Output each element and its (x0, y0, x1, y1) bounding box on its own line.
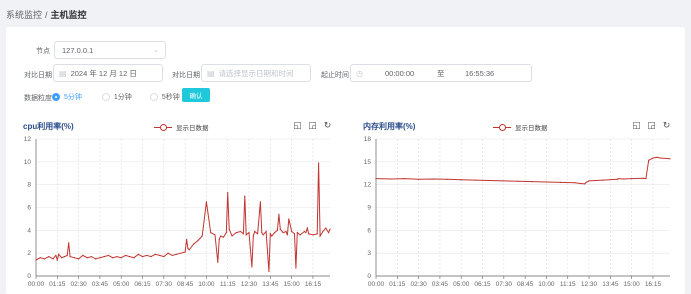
node-select[interactable]: 127.0.0.1 ⌄ (54, 41, 166, 59)
granularity-radio-group: 5分钟 1分钟 5秒钟 (52, 92, 192, 102)
confirm-button[interactable]: 确认 (182, 88, 210, 102)
compare-date2-placeholder: 请选择显示日期和时间 (218, 68, 294, 78)
compare-date-value: 2024 年 12 月 12 日 (70, 68, 137, 78)
breadcrumb-separator: / (45, 10, 48, 20)
breadcrumb-parent[interactable]: 系统监控 (6, 10, 42, 20)
time-end[interactable]: 16:55:36 (465, 69, 494, 78)
chevron-down-icon: ⌄ (153, 47, 159, 54)
granularity-option-5min[interactable]: 5分钟 (52, 92, 82, 102)
granularity-option-label: 5分钟 (64, 94, 82, 101)
breadcrumb-current: 主机监控 (50, 10, 87, 20)
node-label: 节点 (36, 48, 50, 55)
zoom-icon[interactable]: ◱ (632, 120, 641, 130)
main-panel: 节点 127.0.0.1 ⌄ 对比日期 ▤ 2024 年 12 月 12 日 对… (6, 27, 685, 294)
memory-chart-legend[interactable]: 显示日数据 (493, 122, 548, 132)
time-range-label: 起止时间 (321, 72, 349, 79)
legend-line-icon (493, 123, 511, 131)
granularity-label: 数据粒度 (24, 95, 52, 102)
cpu-chart-legend[interactable]: 显示日数据 (154, 122, 209, 132)
time-range-picker[interactable]: ◷ 00:00:00 至 16:55:36 (350, 64, 532, 82)
zoom-reset-icon[interactable]: ◲ (647, 120, 656, 130)
node-select-value: 127.0.0.1 (62, 45, 94, 55)
calendar-icon: ▤ (59, 68, 67, 78)
cpu-chart-title: cpu利用率(%) (23, 122, 74, 131)
compare-date2-input[interactable]: ▤ 请选择显示日期和时间 (201, 64, 311, 82)
radio-checked-icon (52, 93, 60, 101)
zoom-reset-icon[interactable]: ◲ (308, 120, 317, 130)
legend-label: 显示日数据 (515, 125, 548, 132)
compare-date2-label: 对比日期 (172, 72, 200, 79)
memory-chart-toolbox: ◱ ◲ ↻ (632, 120, 671, 130)
restore-icon[interactable]: ↻ (323, 120, 332, 130)
time-start[interactable]: 00:00:00 (385, 69, 414, 78)
radio-unchecked-icon (149, 93, 158, 101)
radio-unchecked-icon (101, 93, 110, 101)
breadcrumb: 系统监控 / 主机监控 (6, 8, 87, 21)
cpu-chart-toolbox: ◱ ◲ ↻ (293, 120, 332, 130)
clock-icon: ◷ (356, 68, 363, 78)
zoom-icon[interactable]: ◱ (293, 120, 302, 130)
granularity-option-5sec[interactable]: 5秒钟 (149, 92, 180, 102)
calendar-icon: ▤ (207, 68, 215, 78)
time-to-label: 至 (437, 68, 445, 78)
compare-date-label: 对比日期 (24, 72, 52, 79)
compare-date-input[interactable]: ▤ 2024 年 12 月 12 日 (53, 64, 163, 82)
legend-label: 显示日数据 (176, 125, 209, 132)
granularity-option-label: 1分钟 (113, 94, 132, 101)
granularity-option-label: 5秒钟 (161, 94, 180, 101)
legend-line-icon (154, 123, 172, 131)
granularity-option-1min[interactable]: 1分钟 (101, 92, 132, 102)
restore-icon[interactable]: ↻ (662, 120, 671, 130)
memory-chart-title: 内存利用率(%) (363, 122, 416, 131)
